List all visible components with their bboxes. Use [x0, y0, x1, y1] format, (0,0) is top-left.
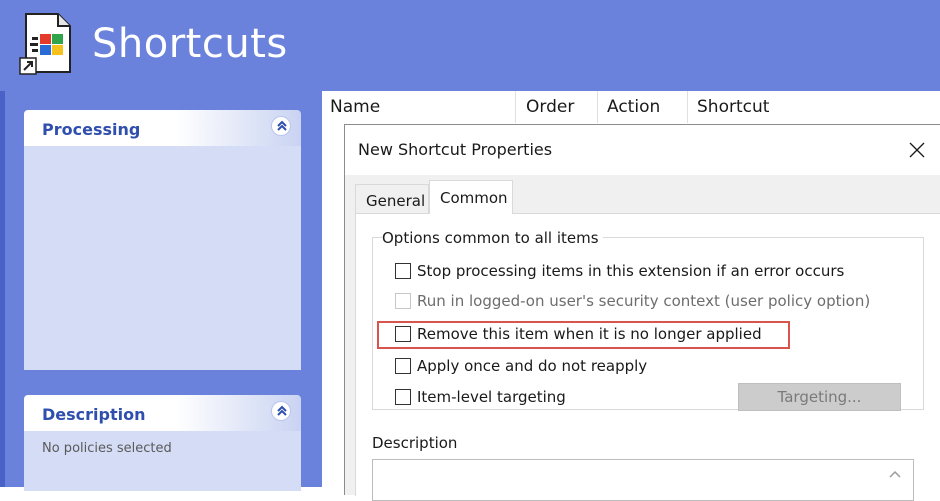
- stop-processing-label: Stop processing items in this extension …: [417, 262, 845, 280]
- tab-general-label: General: [366, 192, 426, 210]
- option-remove-item[interactable]: Remove this item when it is no longer ap…: [395, 324, 762, 344]
- scroll-up-icon[interactable]: [884, 463, 906, 485]
- option-item-level-targeting[interactable]: Item-level targeting: [395, 387, 566, 407]
- run-in-user-context-label: Run in logged-on user's security context…: [417, 292, 871, 310]
- item-level-targeting-checkbox[interactable]: [395, 389, 411, 405]
- column-separator: [597, 91, 598, 123]
- column-header-name[interactable]: Name: [330, 97, 380, 117]
- processing-title: Processing: [42, 120, 141, 139]
- apply-once-label: Apply once and do not reapply: [417, 357, 648, 375]
- tab-common[interactable]: Common: [429, 180, 513, 214]
- column-header-shortcut[interactable]: Shortcut: [697, 97, 769, 117]
- description-header[interactable]: Description: [24, 395, 301, 431]
- description-field[interactable]: [372, 459, 914, 501]
- processing-box: Processing: [24, 110, 301, 370]
- double-chevron-up-icon[interactable]: [271, 401, 291, 421]
- dialog-title: New Shortcut Properties: [358, 140, 553, 159]
- description-body: No policies selected: [24, 431, 301, 491]
- description-title: Description: [42, 405, 146, 424]
- option-apply-once[interactable]: Apply once and do not reapply: [395, 356, 647, 376]
- run-in-user-context-checkbox: [395, 293, 411, 309]
- apply-once-checkbox[interactable]: [395, 358, 411, 374]
- column-separator: [515, 91, 516, 123]
- column-header-order[interactable]: Order: [526, 97, 574, 117]
- option-stop-processing[interactable]: Stop processing items in this extension …: [395, 261, 844, 281]
- item-level-targeting-label: Item-level targeting: [417, 388, 566, 406]
- description-box: Description No policies selected: [24, 395, 301, 491]
- stop-processing-checkbox[interactable]: [395, 263, 411, 279]
- double-chevron-up-icon[interactable]: [271, 116, 291, 136]
- description-text: No policies selected: [42, 441, 172, 456]
- shortcut-app-icon: [18, 12, 78, 76]
- description-field-label: Description: [372, 434, 458, 452]
- close-icon[interactable]: [905, 138, 929, 162]
- targeting-button: Targeting...: [738, 383, 901, 411]
- tab-common-label: Common: [440, 189, 508, 207]
- column-separator: [687, 91, 688, 123]
- remove-item-label: Remove this item when it is no longer ap…: [417, 325, 762, 343]
- task-pane-border: [0, 91, 5, 487]
- column-header-action[interactable]: Action: [607, 97, 660, 117]
- remove-item-checkbox[interactable]: [395, 326, 411, 342]
- page-title: Shortcuts: [92, 21, 288, 67]
- processing-header[interactable]: Processing: [24, 110, 301, 146]
- tab-general[interactable]: General: [355, 184, 429, 213]
- processing-body: [24, 146, 301, 370]
- options-group-title: Options common to all items: [382, 229, 603, 247]
- option-run-in-user-context: Run in logged-on user's security context…: [395, 291, 870, 311]
